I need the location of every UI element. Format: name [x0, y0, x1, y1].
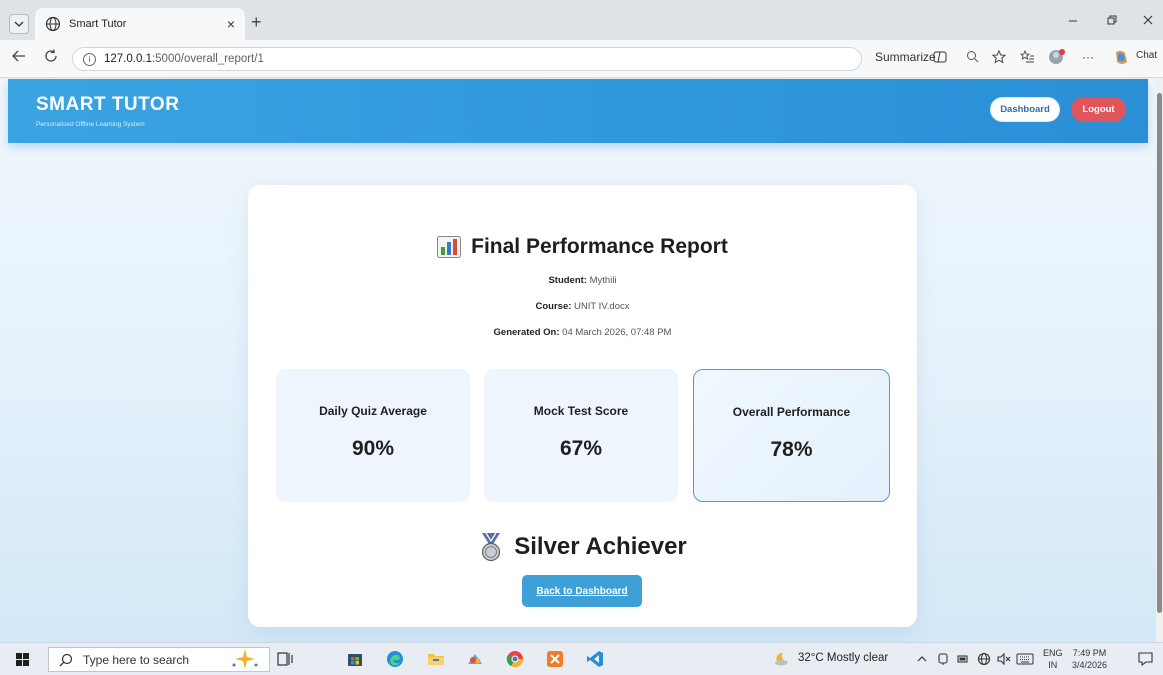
- browser-tabstrip: Smart Tutor × +: [0, 0, 1163, 40]
- page-viewport: SMART TUTOR Personalised Offline Learnin…: [0, 79, 1156, 642]
- paint-app-icon[interactable]: [466, 650, 484, 668]
- restore-icon: [1107, 15, 1117, 25]
- generated-label: Generated On:: [493, 327, 560, 338]
- stat-label: Daily Quiz Average: [319, 404, 427, 418]
- store-icon[interactable]: [346, 650, 364, 668]
- meet-now-icon[interactable]: [937, 652, 949, 666]
- dashboard-button[interactable]: Dashboard: [990, 97, 1060, 122]
- stat-value: 78%: [770, 438, 813, 461]
- close-icon: [1143, 15, 1153, 25]
- chevron-down-icon: [14, 21, 24, 27]
- student-label: Student:: [548, 275, 587, 286]
- battery-icon[interactable]: [957, 654, 969, 664]
- search-placeholder: Type here to search: [83, 652, 190, 667]
- notifications-icon[interactable]: [1138, 652, 1153, 666]
- report-title: Final Performance Report: [471, 235, 728, 258]
- back-nav-button[interactable]: [12, 49, 26, 67]
- summarize-button[interactable]: Summarize: [875, 50, 936, 64]
- achievement-heading: Silver Achiever: [248, 532, 917, 562]
- chevron-up-icon[interactable]: [917, 655, 927, 663]
- search-icon: [59, 653, 73, 666]
- globe-icon: [45, 16, 61, 32]
- favorites-list-icon[interactable]: [1019, 49, 1035, 67]
- generated-line: Generated On: 04 March 2026, 07:48 PM: [248, 327, 917, 338]
- summarize-icon: [933, 50, 947, 67]
- copilot-icon[interactable]: [1113, 49, 1130, 69]
- taskbar-clock[interactable]: 7:49 PM 3/4/2026: [1072, 647, 1107, 671]
- more-menu-button[interactable]: ···: [1082, 50, 1094, 64]
- stat-card-daily-quiz: Daily Quiz Average 90%: [276, 369, 470, 502]
- network-globe-icon[interactable]: [977, 652, 991, 666]
- tab-close-button[interactable]: ×: [227, 16, 235, 32]
- profile-avatar-icon[interactable]: [1048, 48, 1066, 69]
- minimize-button[interactable]: [1068, 12, 1078, 28]
- xampp-icon[interactable]: [546, 650, 564, 668]
- keyboard-icon[interactable]: [1016, 653, 1034, 665]
- url-path: :5000/overall_report/1: [151, 53, 264, 65]
- medal-icon: [482, 532, 501, 562]
- vscode-icon[interactable]: [586, 650, 604, 668]
- edge-browser-icon[interactable]: [386, 650, 404, 668]
- course-line: Course: UNIT IV.docx: [248, 301, 917, 312]
- student-line: Student: Mythili: [248, 275, 917, 286]
- windows-start-icon[interactable]: [16, 653, 29, 666]
- page-scrollbar[interactable]: [1156, 79, 1163, 642]
- windows-taskbar: Type here to search 32°C Mostly clear EN…: [0, 642, 1163, 675]
- report-card: Final Performance Report Student: Mythil…: [248, 185, 917, 627]
- arrow-left-icon: [12, 50, 25, 62]
- course-value: UNIT IV.docx: [574, 301, 630, 312]
- site-info-icon[interactable]: i: [83, 52, 96, 66]
- achievement-title: Silver Achiever: [514, 533, 687, 560]
- minimize-icon: [1069, 20, 1077, 22]
- zoom-icon[interactable]: [966, 50, 979, 66]
- reload-icon: [45, 49, 57, 62]
- brand-tagline: Personalised Offline Learning System: [36, 121, 145, 128]
- chrome-browser-icon[interactable]: [506, 650, 524, 668]
- back-to-dashboard-button[interactable]: Back to Dashboard: [522, 575, 642, 607]
- task-view-icon[interactable]: [276, 650, 294, 668]
- student-value: Mythili: [589, 275, 617, 286]
- close-window-button[interactable]: [1143, 12, 1153, 28]
- browser-tab[interactable]: Smart Tutor ×: [35, 8, 245, 40]
- tab-title: Smart Tutor: [69, 18, 127, 30]
- tab-actions-menu[interactable]: [9, 14, 29, 34]
- clock-date: 3/4/2026: [1072, 660, 1108, 670]
- restore-button[interactable]: [1107, 12, 1117, 28]
- url-host: 127.0.0.1: [104, 53, 152, 65]
- brand-title: SMART TUTOR: [36, 94, 180, 115]
- weather-moon-icon[interactable]: [772, 651, 790, 667]
- stat-label: Overall Performance: [732, 405, 851, 419]
- chat-button[interactable]: Chat: [1136, 50, 1157, 61]
- app-header: SMART TUTOR Personalised Offline Learnin…: [8, 79, 1148, 143]
- file-explorer-icon[interactable]: [427, 650, 445, 668]
- language-indicator[interactable]: ENG IN: [1043, 647, 1063, 671]
- scrollbar-thumb[interactable]: [1157, 93, 1162, 613]
- lang-top: ENG: [1043, 648, 1063, 658]
- stat-value: 90%: [351, 437, 395, 460]
- volume-muted-icon[interactable]: [997, 652, 1011, 666]
- browser-toolbar: i 127.0.0.1:5000/overall_report/1 Summar…: [0, 40, 1163, 78]
- stat-label: Mock Test Score: [533, 404, 629, 418]
- stat-value: 67%: [559, 437, 603, 460]
- logout-button[interactable]: Logout: [1071, 97, 1126, 122]
- clock-time: 7:49 PM: [1072, 648, 1107, 658]
- new-tab-button[interactable]: +: [251, 12, 262, 33]
- reload-button[interactable]: [44, 49, 58, 67]
- summarize-label: Summarize: [875, 50, 936, 64]
- report-heading: Final Performance Report: [248, 235, 917, 259]
- stat-card-mock-test: Mock Test Score 67%: [484, 369, 678, 502]
- bar-chart-icon: [437, 236, 462, 258]
- sparkle-icon: [232, 649, 258, 669]
- generated-value: 04 March 2026, 07:48 PM: [562, 327, 672, 338]
- favorite-star-icon[interactable]: [991, 49, 1007, 67]
- lang-bottom: IN: [1048, 660, 1058, 670]
- weather-text[interactable]: 32°C Mostly clear: [798, 652, 888, 664]
- course-label: Course:: [535, 301, 572, 312]
- address-bar[interactable]: i 127.0.0.1:5000/overall_report/1: [72, 47, 862, 71]
- stat-card-overall: Overall Performance 78%: [693, 369, 890, 502]
